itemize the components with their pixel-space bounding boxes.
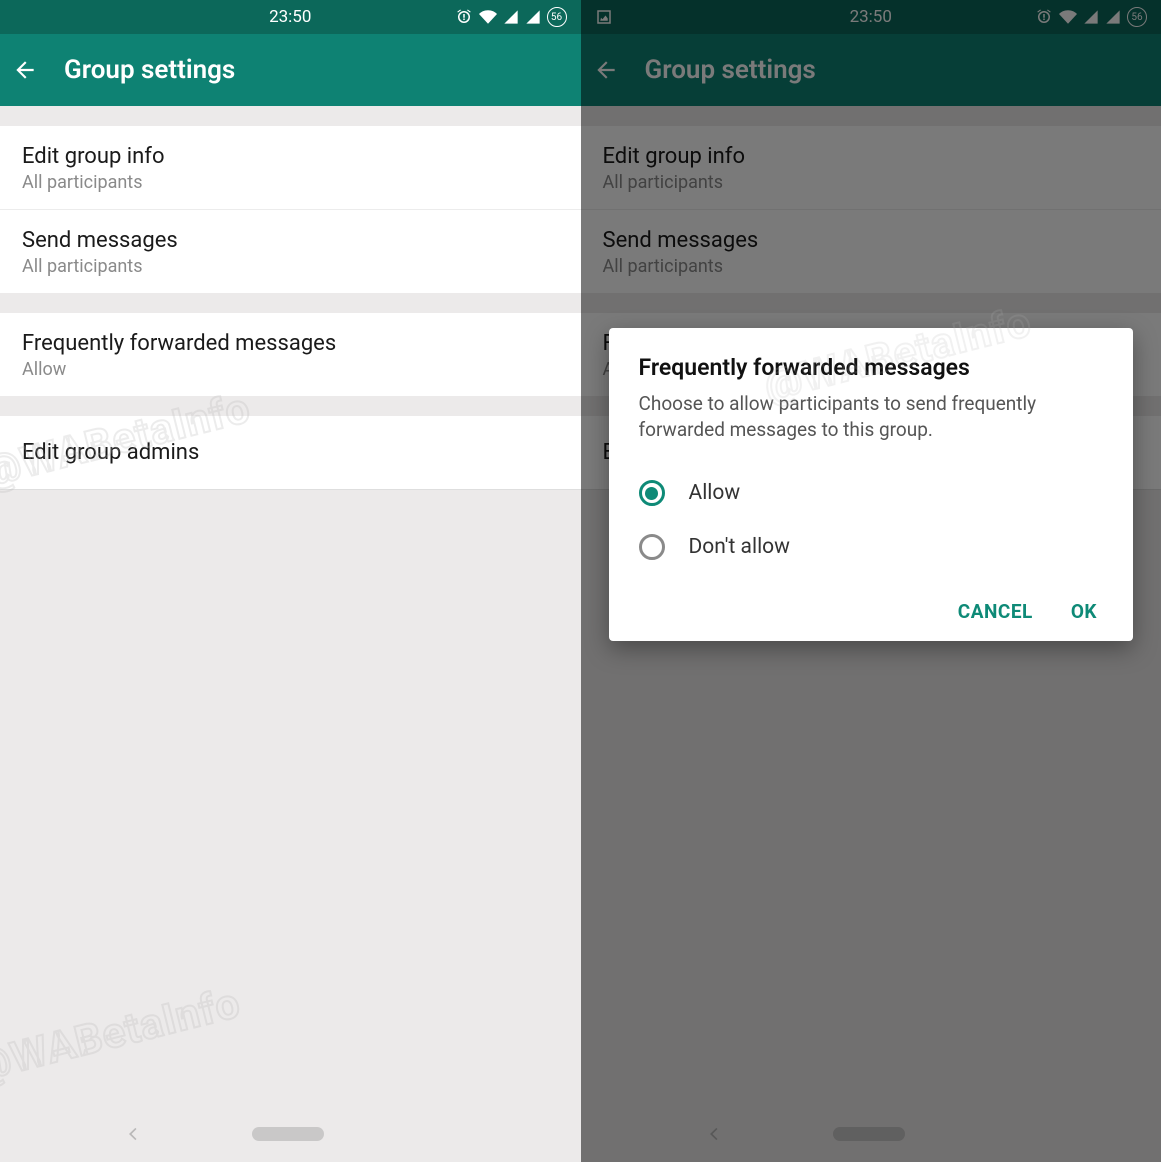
setting-title: Frequently forwarded messages (22, 331, 559, 356)
setting-subtitle: Allow (22, 359, 559, 380)
ok-button[interactable]: OK (1071, 600, 1097, 623)
app-bar: Group settings (0, 34, 581, 106)
radio-option-allow[interactable]: Allow (639, 466, 1104, 520)
setting-frequently-forwarded[interactable]: Frequently forwarded messages Allow (0, 313, 581, 396)
phone-screen-right: 23:50 56 Group settings Edit group info (581, 0, 1161, 1162)
back-button[interactable] (12, 57, 38, 83)
radio-label: Don't allow (689, 535, 790, 559)
signal-icon (503, 9, 519, 25)
status-icons: 56 (455, 7, 567, 27)
section-gap (0, 106, 581, 126)
battery-icon: 56 (547, 7, 567, 27)
setting-title: Edit group admins (22, 440, 559, 465)
frequently-forwarded-dialog: Frequently forwarded messages Choose to … (609, 328, 1134, 641)
watermark: @WABetaInfo (0, 979, 245, 1093)
dialog-actions: CANCEL OK (639, 600, 1104, 623)
page-title: Group settings (64, 55, 235, 85)
nav-home-pill[interactable] (252, 1127, 324, 1141)
radio-icon (639, 480, 665, 506)
setting-edit-group-info[interactable]: Edit group info All participants (0, 126, 581, 210)
radio-option-dont-allow[interactable]: Don't allow (639, 520, 1104, 574)
divider (0, 489, 581, 490)
navigation-bar (0, 1106, 581, 1162)
dialog-description: Choose to allow participants to send fre… (639, 391, 1104, 442)
phone-screen-left: 23:50 56 Group settings Edit group info (0, 0, 581, 1162)
alarm-icon (455, 8, 473, 26)
status-bar: 23:50 56 (0, 0, 581, 34)
radio-label: Allow (689, 481, 741, 505)
radio-icon (639, 534, 665, 560)
dialog-title: Frequently forwarded messages (639, 354, 1104, 381)
setting-edit-group-admins[interactable]: Edit group admins (0, 416, 581, 489)
setting-subtitle: All participants (22, 256, 559, 277)
setting-send-messages[interactable]: Send messages All participants (0, 210, 581, 293)
nav-back-icon[interactable] (124, 1124, 144, 1144)
settings-content: Edit group info All participants Send me… (0, 106, 581, 1106)
section-gap (0, 293, 581, 313)
setting-subtitle: All participants (22, 172, 559, 193)
wifi-icon (479, 8, 497, 26)
signal-icon-2 (525, 9, 541, 25)
cancel-button[interactable]: CANCEL (958, 600, 1033, 623)
status-time: 23:50 (269, 7, 311, 27)
setting-title: Send messages (22, 228, 559, 253)
section-gap (0, 396, 581, 416)
setting-title: Edit group info (22, 144, 559, 169)
